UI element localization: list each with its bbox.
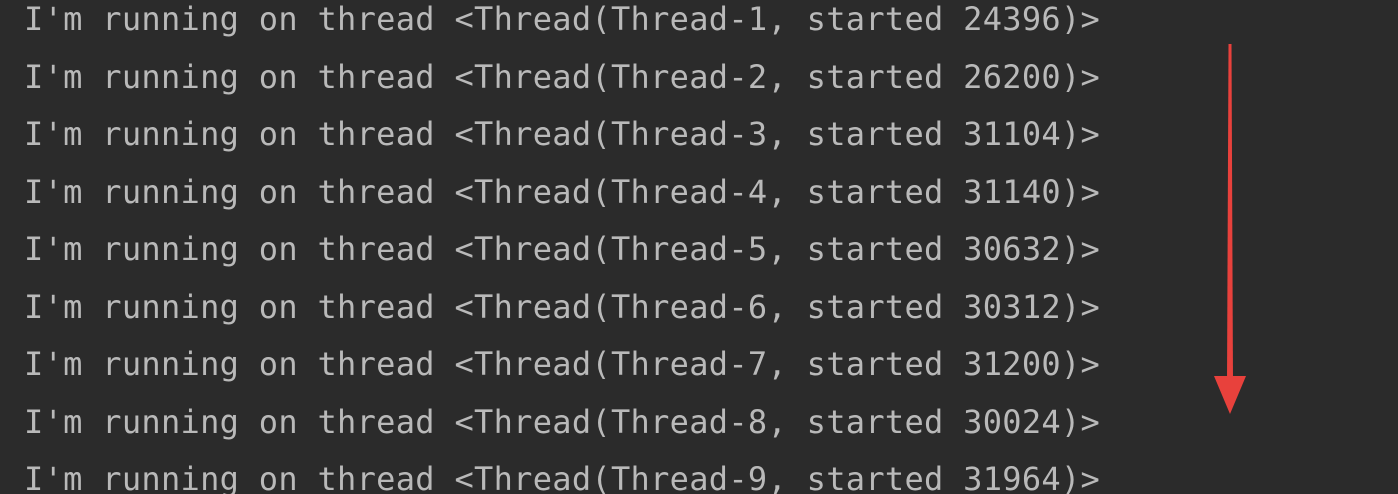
console-line: I'm running on thread <Thread(Thread-8, … bbox=[24, 402, 1101, 441]
console-line: I'm running on thread <Thread(Thread-9, … bbox=[24, 460, 1101, 494]
down-arrow-icon bbox=[1214, 44, 1246, 414]
console-line: I'm running on thread <Thread(Thread-7, … bbox=[24, 345, 1101, 383]
console-output-panel: I'm running on thread <Thread(Thread-1, … bbox=[0, 0, 1398, 494]
arrow-shaft bbox=[1227, 44, 1233, 382]
console-line: I'm running on thread <Thread(Thread-3, … bbox=[24, 115, 1101, 153]
console-line: I'm running on thread <Thread(Thread-5, … bbox=[24, 230, 1101, 268]
arrow-head bbox=[1214, 376, 1246, 414]
console-line: I'm running on thread <Thread(Thread-1, … bbox=[24, 0, 1101, 38]
console-line: I'm running on thread <Thread(Thread-2, … bbox=[24, 57, 1101, 96]
console-line: I'm running on thread <Thread(Thread-4, … bbox=[24, 172, 1101, 211]
console-line: I'm running on thread <Thread(Thread-6, … bbox=[24, 287, 1101, 326]
console-output-lines: I'm running on thread <Thread(Thread-1, … bbox=[24, 0, 1100, 494]
